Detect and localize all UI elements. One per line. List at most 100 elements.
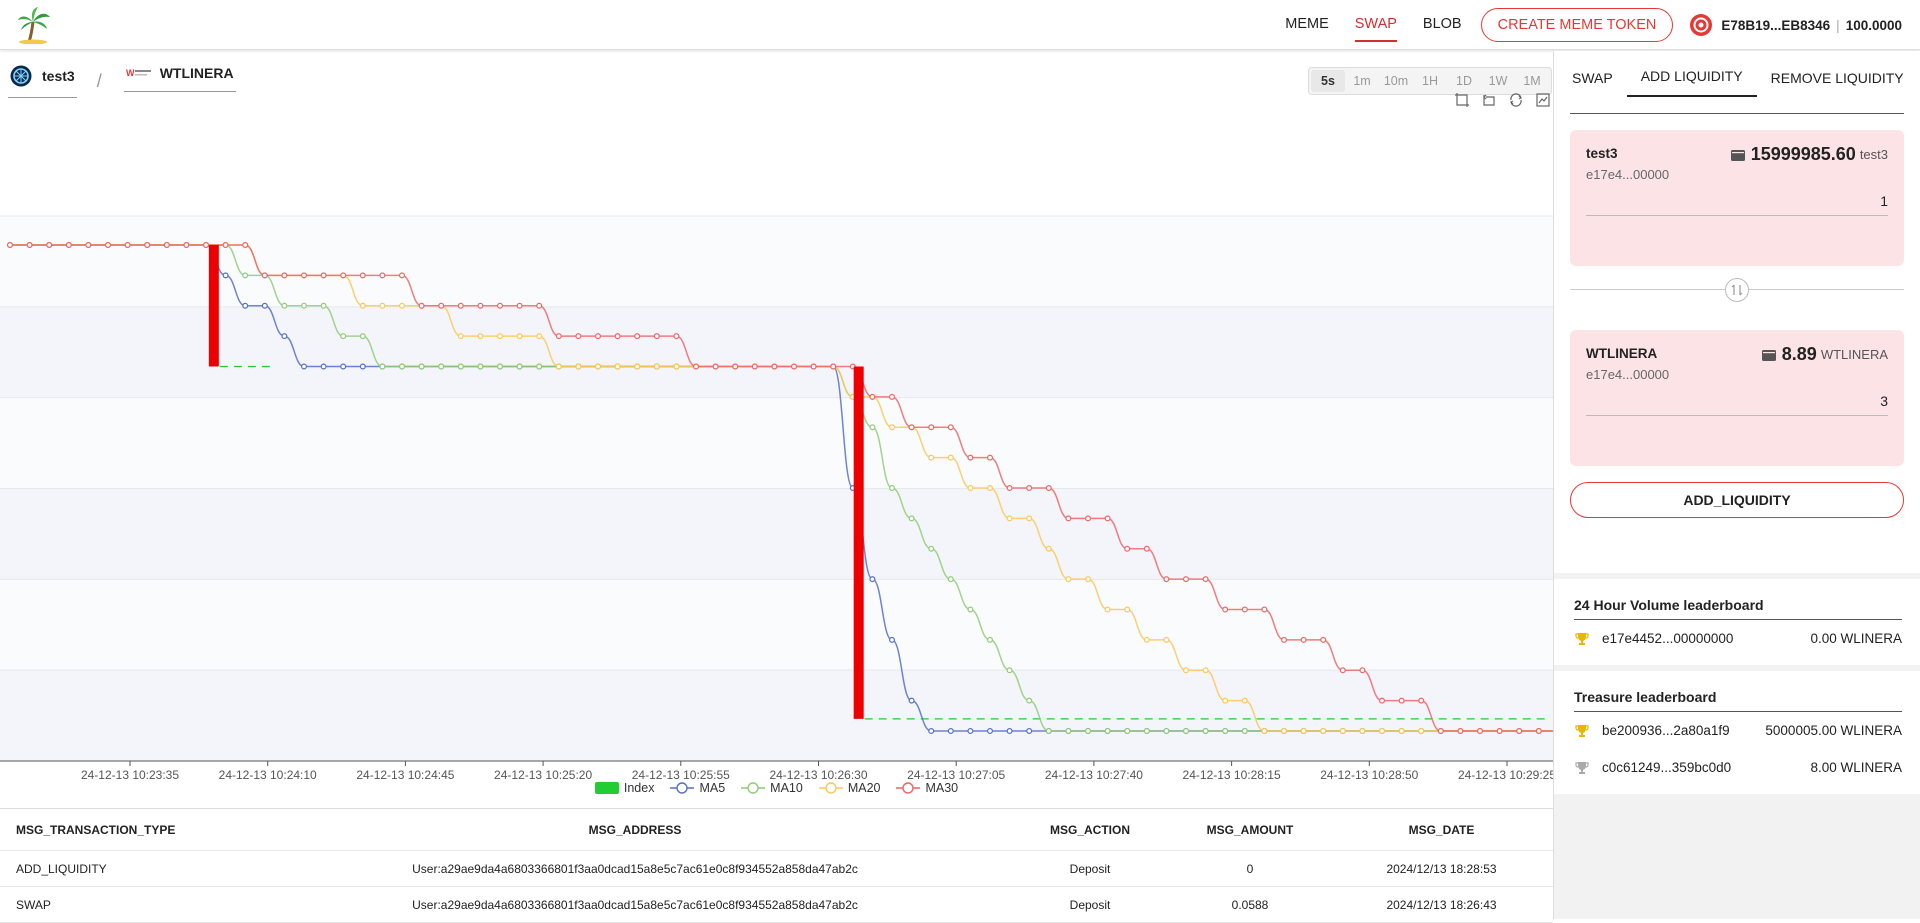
series-point-ma20	[1261, 727, 1268, 734]
series-point-ma10	[320, 302, 327, 309]
series-point-ma5	[222, 272, 229, 279]
series-point-ma30	[536, 302, 543, 309]
series-point-ma10	[301, 302, 308, 309]
main-area: test3 / W WTLINERA 5s 1m 10m 1H 1D 1W 1M	[0, 51, 1556, 923]
price-chart[interactable]: 24-12-13 10:23:35 24-12-13 10:24:10 24-12-…	[0, 131, 1553, 781]
account-balance: 100.0000	[1845, 17, 1902, 33]
interval-1m[interactable]: 1m	[1345, 70, 1379, 92]
series-point-ma30	[1261, 606, 1268, 613]
leader-amount: 8.00 WLINERA	[1810, 760, 1902, 775]
legend-label: MA5	[699, 781, 726, 795]
series-point-ma30	[379, 272, 386, 279]
series-point-ma30	[477, 302, 484, 309]
series-point-ma10	[1084, 727, 1091, 734]
table-row[interactable]: SWAP User:a29ae9da4a6803366801f3aa0dcad1…	[0, 887, 1553, 923]
series-point-ma30	[967, 454, 974, 461]
interval-1mo[interactable]: 1M	[1515, 70, 1549, 92]
legend-item-ma20[interactable]: MA20	[818, 781, 881, 795]
series-point-ma20	[986, 485, 993, 492]
zoom-reset-icon[interactable]	[1475, 91, 1502, 109]
list-item[interactable]: be200936...2a80a1f9 5000005.00 WLINERA	[1574, 712, 1902, 749]
series-point-ma20	[928, 454, 935, 461]
x-tick-label: 24-12-13 10:25:55	[632, 768, 730, 781]
series-point-ma30	[1143, 545, 1150, 552]
column-header-action[interactable]: MSG_ACTION	[1010, 823, 1170, 837]
series-point-ma20	[614, 363, 621, 370]
series-point-ma30	[575, 333, 582, 340]
column-header-type[interactable]: MSG_TRANSACTION_TYPE	[0, 823, 260, 837]
legend-item-index[interactable]: Index	[594, 781, 654, 795]
series-point-ma30	[1124, 545, 1131, 552]
series-point-ma20	[477, 333, 484, 340]
series-point-ma20	[1418, 727, 1425, 734]
account-widget[interactable]: E78B19...EB8346 | 100.0000	[1689, 13, 1902, 37]
token-b-amount-input[interactable]: 3	[1586, 386, 1888, 416]
series-point-ma10	[281, 302, 288, 309]
interval-10m[interactable]: 10m	[1379, 70, 1413, 92]
legend-swatch-icon	[818, 782, 843, 794]
series-point-ma30	[1339, 667, 1346, 674]
series-point-ma5	[967, 727, 974, 734]
interval-5s[interactable]: 5s	[1311, 70, 1345, 92]
series-point-ma5	[986, 727, 993, 734]
cell-address: User:a29ae9da4a6803366801f3aa0dcad15a8e5…	[412, 897, 858, 912]
interval-1h[interactable]: 1H	[1413, 70, 1447, 92]
list-item[interactable]: e17e4452...00000000 0.00 WLINERA	[1574, 620, 1902, 657]
base-token-chip[interactable]: test3	[8, 65, 77, 98]
series-point-ma10	[928, 545, 935, 552]
nav-blob[interactable]: BLOB	[1423, 0, 1462, 50]
legend-label: MA20	[847, 781, 881, 795]
tab-remove-liquidity[interactable]: REMOVE LIQUIDITY	[1757, 70, 1918, 97]
treasure-leaderboard: Treasure leaderboard be200936...2a80a1f9…	[1554, 671, 1920, 794]
column-header-address[interactable]: MSG_ADDRESS	[260, 823, 1010, 837]
list-item[interactable]: c0c61249...359bc0d0 8.00 WLINERA	[1574, 749, 1902, 786]
grid-band	[0, 579, 1553, 671]
create-meme-token-button[interactable]: CREATE MEME TOKEN	[1480, 8, 1674, 42]
series-point-ma30	[810, 363, 817, 370]
gold-trophy-icon	[1574, 631, 1592, 647]
series-point-ma10	[908, 515, 915, 522]
token-a-address: e17e4...00000	[1586, 167, 1670, 182]
column-header-amount[interactable]: MSG_AMOUNT	[1170, 823, 1330, 837]
save-image-icon[interactable]	[1529, 91, 1556, 109]
tab-swap[interactable]: SWAP	[1558, 70, 1627, 97]
series-point-ma10	[1202, 727, 1209, 734]
interval-1d[interactable]: 1D	[1447, 70, 1481, 92]
quote-token-chip[interactable]: W WTLINERA	[123, 65, 236, 92]
series-point-ma30	[732, 363, 739, 370]
series-point-ma30	[1535, 727, 1542, 734]
legend-item-ma5[interactable]: MA5	[670, 781, 725, 795]
cell-action: Deposit	[1069, 861, 1111, 876]
series-point-ma30	[320, 272, 327, 279]
series-point-ma10	[1104, 727, 1111, 734]
series-point-ma30	[1163, 576, 1170, 583]
palm-tree-logo-icon[interactable]	[16, 6, 52, 45]
column-header-date[interactable]: MSG_DATE	[1330, 823, 1553, 837]
series-point-ma30	[26, 241, 33, 248]
add-liquidity-button[interactable]: ADD_LIQUIDITY	[1570, 482, 1904, 518]
cell-action: Deposit	[1069, 897, 1111, 912]
legend-item-ma10[interactable]: MA10	[741, 781, 803, 795]
series-point-ma30	[104, 241, 111, 248]
cell-amount: 0.0588	[1231, 897, 1269, 912]
series-point-ma30	[359, 272, 366, 279]
table-row[interactable]: ADD_LIQUIDITY User:a29ae9da4a6803366801f…	[0, 851, 1553, 887]
tab-add-liquidity[interactable]: ADD LIQUIDITY	[1626, 68, 1757, 97]
series-point-ma10	[1182, 727, 1189, 734]
token-b-balance-value: 8.89	[1781, 344, 1817, 364]
interval-1w[interactable]: 1W	[1481, 70, 1515, 92]
series-point-ma30	[1398, 697, 1405, 704]
series-point-ma10	[497, 363, 504, 370]
series-point-ma30	[947, 424, 954, 431]
restore-icon[interactable]	[1502, 91, 1529, 109]
nav-swap[interactable]: SWAP	[1354, 0, 1398, 50]
series-point-ma20	[673, 363, 680, 370]
nav-meme[interactable]: MEME	[1285, 0, 1329, 50]
series-point-ma30	[242, 241, 249, 248]
series-point-ma30	[1457, 727, 1464, 734]
zoom-select-icon[interactable]	[1448, 91, 1475, 109]
swap-direction-icon[interactable]	[1725, 278, 1749, 302]
series-point-ma20	[1359, 727, 1366, 734]
token-a-amount-input[interactable]: 1	[1586, 186, 1888, 216]
legend-item-ma30[interactable]: MA30	[896, 781, 958, 795]
